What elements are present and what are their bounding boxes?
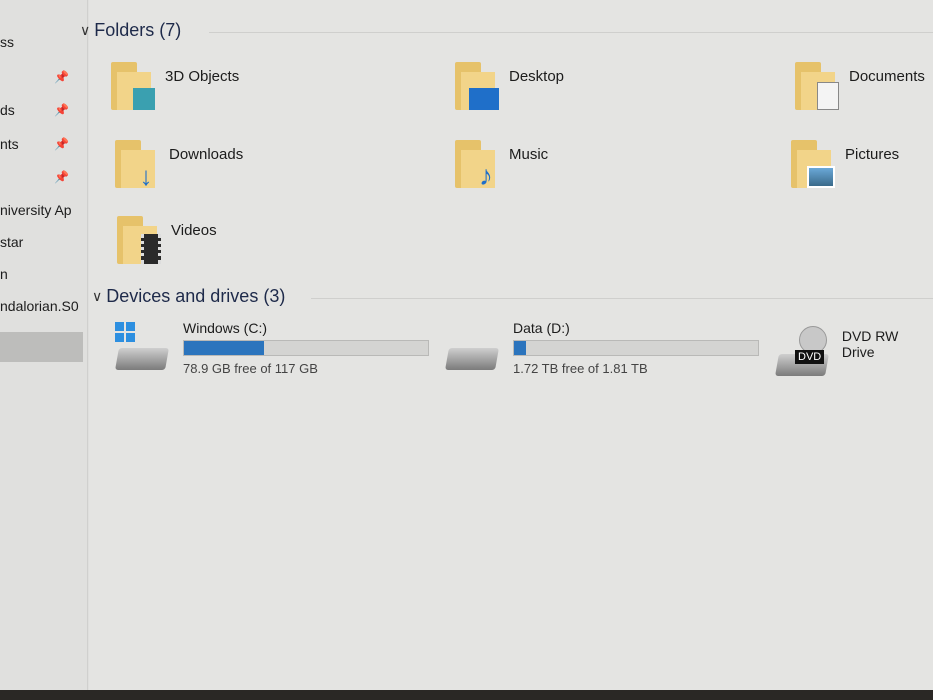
drive-d[interactable]: Data (D:) 1.72 TB free of 1.81 TB <box>445 320 759 376</box>
folder-pictures[interactable]: Pictures <box>791 140 899 188</box>
dvd-drive-icon: DVD <box>775 326 830 376</box>
folder-desktop[interactable]: Desktop <box>455 62 564 110</box>
folder-label: Documents <box>849 68 925 85</box>
section-title: Folders (7) <box>94 20 182 40</box>
nav-item[interactable]: ss <box>0 34 82 50</box>
nav-item[interactable]: n <box>0 266 82 282</box>
nav-item[interactable]: niversity Ap <box>0 202 82 218</box>
capacity-bar <box>183 340 429 356</box>
cube-icon <box>133 88 155 110</box>
folder-3d-objects[interactable]: 3D Objects <box>111 62 239 110</box>
picture-icon <box>807 166 835 188</box>
desktop-icon <box>469 88 499 110</box>
screen-bezel <box>0 690 933 700</box>
film-icon <box>141 234 161 264</box>
chevron-down-icon: ∨ <box>80 22 91 38</box>
section-title: Devices and drives (3) <box>106 286 286 306</box>
drive-label: Data (D:) <box>513 320 570 336</box>
folder-music[interactable]: ♪ Music <box>455 140 549 191</box>
windows-logo-icon <box>115 322 135 342</box>
pin-icon: 📌 <box>54 70 69 84</box>
folder-label: 3D Objects <box>165 68 240 85</box>
folder-documents[interactable]: Documents <box>795 62 925 110</box>
drives-header[interactable]: ∨ Devices and drives (3) <box>92 286 285 307</box>
pin-icon: 📌 <box>54 170 69 184</box>
dvd-badge: DVD <box>795 350 825 364</box>
pin-icon: 📌 <box>54 103 69 117</box>
drive-free-space: 1.72 TB free of 1.81 TB <box>513 361 648 376</box>
chevron-down-icon: ∨ <box>92 288 103 304</box>
folder-label: Desktop <box>509 68 565 85</box>
content-pane: ∨ Folders (7) 3D Objects Desktop Documen… <box>80 0 933 690</box>
nav-item[interactable]: ds <box>0 102 82 118</box>
capacity-fill <box>184 341 264 355</box>
download-arrow-icon: ↓ <box>139 160 153 191</box>
nav-item[interactable]: nts <box>0 136 82 152</box>
folder-label: Downloads <box>169 146 244 163</box>
windows-drive-icon <box>115 322 171 370</box>
capacity-fill <box>514 341 527 355</box>
nav-item[interactable]: star <box>0 234 82 250</box>
hard-drive-icon <box>445 330 501 370</box>
document-icon <box>817 82 839 110</box>
capacity-bar <box>513 340 759 356</box>
nav-item-selected[interactable] <box>0 332 83 362</box>
nav-item[interactable]: ndalorian.S0 <box>0 298 82 314</box>
music-note-icon: ♪ <box>479 160 493 191</box>
folder-label: Videos <box>171 222 217 239</box>
folder-label: Music <box>509 146 549 163</box>
drive-free-space: 78.9 GB free of 117 GB <box>183 361 318 376</box>
drive-c[interactable]: Windows (C:) 78.9 GB free of 117 GB <box>115 320 429 376</box>
navigation-pane[interactable]: ss 📌 ds 📌 nts 📌 📌 niversity Ap star n nd… <box>0 0 88 690</box>
folders-header[interactable]: ∨ Folders (7) <box>80 20 181 41</box>
folder-videos[interactable]: Videos <box>117 216 217 264</box>
drive-dvd[interactable]: DVD DVD RW Drive <box>775 322 933 376</box>
drive-label: DVD RW Drive <box>841 328 899 360</box>
pin-icon: 📌 <box>54 137 69 151</box>
folder-downloads[interactable]: ↓ Downloads <box>115 140 244 191</box>
drive-label: Windows (C:) <box>183 320 268 336</box>
divider <box>311 298 933 299</box>
folder-label: Pictures <box>845 146 900 163</box>
divider <box>209 32 933 33</box>
